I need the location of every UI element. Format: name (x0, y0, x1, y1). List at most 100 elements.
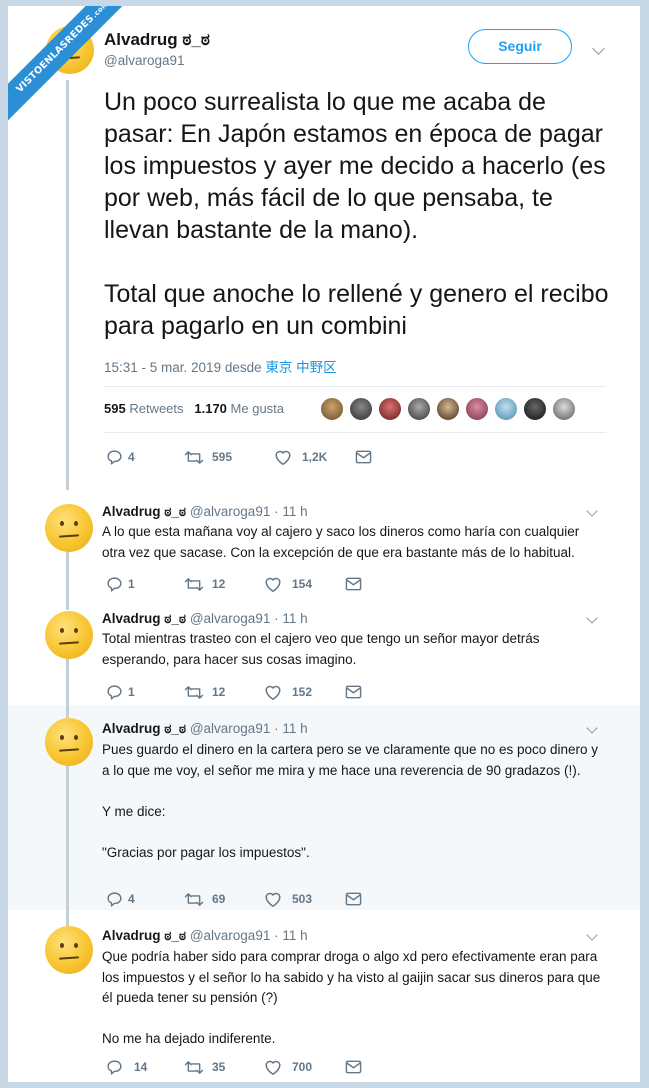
reply-time[interactable]: · 11 h (274, 611, 308, 626)
chevron-down-icon[interactable] (586, 929, 598, 941)
retweet-count: 595 (212, 450, 233, 464)
retweet-icon (184, 577, 204, 591)
message-button[interactable] (345, 1058, 362, 1076)
tweet-text: Pues guardo el dinero en la cartera pero… (102, 742, 599, 860)
reply-icon (107, 684, 122, 700)
like-button[interactable]: 700 (264, 1058, 312, 1076)
chevron-down-icon[interactable] (586, 505, 598, 517)
retweet-count: 12 (212, 577, 226, 591)
liker-avatar[interactable] (436, 397, 460, 421)
liker-avatar[interactable] (552, 397, 576, 421)
liker-avatar[interactable] (320, 397, 344, 421)
reply-button[interactable]: 14 (106, 1058, 147, 1076)
heart-icon (265, 1060, 281, 1075)
timestamp-text[interactable]: 15:31 - 5 mar. 2019 desde (104, 360, 262, 375)
retweet-button[interactable]: 35 (184, 1058, 225, 1076)
retweets-label: Retweets (129, 401, 184, 416)
like-count: 503 (292, 892, 313, 906)
like-count: 154 (292, 577, 313, 591)
like-count: 152 (292, 685, 313, 699)
avatar[interactable] (45, 926, 93, 974)
reply-tweet[interactable]: Alvadrug ಠ_ಠ @alvaroga91 · 11 h A lo que… (8, 491, 640, 597)
tweet-text: Que podría haber sido para comprar droga… (102, 949, 601, 1046)
thread-line (66, 80, 69, 490)
likes-count: 1.170 (194, 401, 227, 416)
reply-header: Alvadrug ಠ_ಠ @alvaroga91 · 11 h (102, 611, 308, 627)
author-handle[interactable]: @alvaroga91 (190, 611, 271, 626)
retweet-count: 35 (212, 1060, 226, 1074)
author-name[interactable]: Alvadrug ಠ_ಠ (102, 611, 186, 626)
retweet-stat[interactable]: 595 Retweets (104, 401, 184, 416)
reply-button[interactable]: 4 (106, 890, 135, 908)
like-button[interactable]: 154 (264, 575, 312, 593)
author-handle[interactable]: @alvaroga91 (190, 928, 271, 943)
mail-icon (355, 450, 372, 464)
author-handle[interactable]: @alvaroga91 (190, 504, 271, 519)
reply-tweet[interactable]: Alvadrug ಠ_ಠ @alvaroga91 · 11 h Que podr… (8, 912, 640, 1082)
retweet-button[interactable]: 69 (184, 890, 225, 908)
reply-icon (107, 1059, 122, 1075)
message-button[interactable] (345, 683, 362, 701)
reply-header: Alvadrug ಠ_ಠ @alvaroga91 · 11 h (102, 928, 308, 944)
chevron-down-icon[interactable] (592, 42, 605, 55)
reply-time[interactable]: · 11 h (274, 504, 308, 519)
avatar[interactable] (45, 504, 93, 552)
like-count: 700 (292, 1060, 313, 1074)
reply-icon (107, 449, 122, 465)
divider (104, 432, 606, 433)
likes-stat[interactable]: 1.170 Me gusta (194, 401, 284, 416)
mail-icon (345, 685, 362, 699)
like-button[interactable]: 152 (264, 683, 312, 701)
liker-avatar[interactable] (378, 397, 402, 421)
reply-time[interactable]: · 11 h (274, 928, 308, 943)
reply-tweet[interactable]: Alvadrug ಠ_ಠ @alvaroga91 · 11 h Pues gua… (8, 705, 640, 910)
divider (104, 386, 606, 387)
follow-button[interactable]: Seguir (468, 29, 572, 64)
mail-icon (345, 892, 362, 906)
location-link[interactable]: 東京 中野区 (265, 360, 336, 375)
liker-avatar[interactable] (494, 397, 518, 421)
author-handle[interactable]: @alvaroga91 (104, 53, 185, 68)
retweet-icon (184, 450, 204, 464)
like-button[interactable]: 1,2K (274, 448, 327, 466)
reply-button[interactable]: 4 (106, 448, 135, 466)
heart-icon (265, 892, 281, 907)
tweet-text: Total mientras trasteo con el cajero veo… (102, 631, 544, 667)
retweet-button[interactable]: 595 (184, 448, 232, 466)
like-button[interactable]: 503 (264, 890, 312, 908)
liker-avatar[interactable] (523, 397, 547, 421)
reply-tweet[interactable]: Alvadrug ಠ_ಠ @alvaroga91 · 11 h Total mi… (8, 598, 640, 704)
avatar[interactable] (45, 611, 93, 659)
avatar[interactable] (45, 718, 93, 766)
liker-avatar[interactable] (407, 397, 431, 421)
tweet-timestamp: 15:31 - 5 mar. 2019 desde 東京 中野区 (104, 356, 337, 376)
reply-header: Alvadrug ಠ_ಠ @alvaroga91 · 11 h (102, 721, 308, 737)
reply-time[interactable]: · 11 h (274, 721, 308, 736)
watermark-suffix: .com (90, 6, 111, 20)
message-button[interactable] (355, 448, 372, 466)
chevron-down-icon[interactable] (586, 722, 598, 734)
thread-line (66, 764, 69, 926)
reply-button[interactable]: 1 (106, 575, 135, 593)
reply-header: Alvadrug ಠ_ಠ @alvaroga91 · 11 h (102, 504, 308, 520)
message-button[interactable] (345, 890, 362, 908)
message-button[interactable] (345, 575, 362, 593)
liker-avatar[interactable] (349, 397, 373, 421)
author-handle[interactable]: @alvaroga91 (190, 721, 271, 736)
author-name[interactable]: Alvadrug ಠ_ಠ (102, 721, 186, 736)
author-name[interactable]: Alvadrug ಠ_ಠ (102, 928, 186, 943)
retweets-count: 595 (104, 401, 126, 416)
retweet-button[interactable]: 12 (184, 575, 225, 593)
retweet-button[interactable]: 12 (184, 683, 225, 701)
chevron-down-icon[interactable] (586, 612, 598, 624)
author-name[interactable]: Alvadrug ಠ_ಠ (102, 504, 186, 519)
engagement-stats: 595 Retweets 1.170 Me gusta (104, 401, 284, 416)
reply-button[interactable]: 1 (106, 683, 135, 701)
author-name[interactable]: Alvadrug ಠ_ಠ (104, 30, 210, 50)
heart-icon (265, 685, 281, 700)
heart-icon (265, 577, 281, 592)
reply-icon (107, 891, 122, 907)
retweet-icon (184, 685, 204, 699)
liker-avatar[interactable] (465, 397, 489, 421)
reply-icon (107, 576, 122, 592)
